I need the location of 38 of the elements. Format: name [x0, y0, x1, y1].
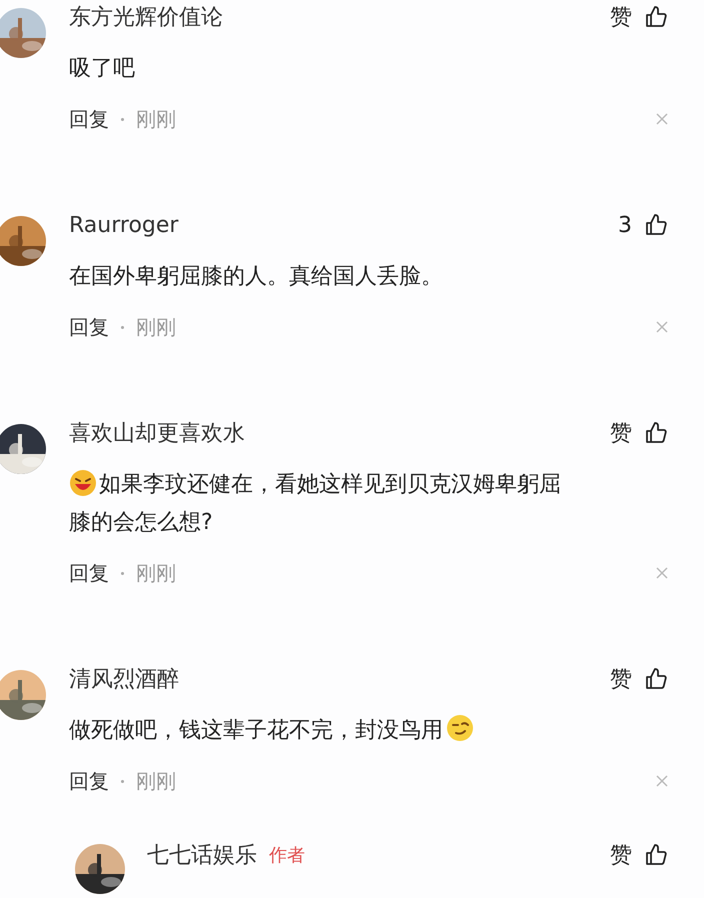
- like-button[interactable]: 赞: [610, 662, 668, 696]
- close-icon: [656, 113, 668, 125]
- thumbs-up-icon: [644, 421, 668, 445]
- timestamp: 刚刚: [136, 560, 176, 587]
- thumbs-up-icon: [644, 843, 668, 867]
- like-button[interactable]: 赞: [610, 838, 668, 872]
- reply-link[interactable]: 回复: [69, 766, 109, 796]
- reply-link[interactable]: 回复: [69, 104, 109, 134]
- like-button[interactable]: 3: [618, 208, 668, 242]
- username[interactable]: 东方光辉价值论: [69, 0, 223, 34]
- close-icon: [656, 321, 668, 333]
- comment-text: 吸了吧: [69, 55, 136, 83]
- timestamp: 刚刚: [136, 314, 176, 341]
- like-button[interactable]: 赞: [610, 0, 668, 34]
- comment-text: 在国外卑躬屈膝的人。真给国人丢脸。: [69, 263, 444, 291]
- close-button[interactable]: [656, 113, 668, 125]
- thumbs-up-icon: [644, 5, 668, 29]
- username[interactable]: 喜欢山却更喜欢水: [69, 416, 245, 450]
- comment-text: 做死做吧，钱这辈子花不完，封没鸟用: [69, 712, 668, 750]
- reply-link[interactable]: 回复: [69, 312, 109, 342]
- comment-text: 如果李玟还健在，看她这样见到贝克汉姆卑躬屈膝的会怎么想?: [69, 466, 668, 542]
- author-tag: 作者: [269, 842, 305, 868]
- timestamp: 刚刚: [136, 106, 176, 133]
- username[interactable]: Raurroger: [69, 208, 178, 242]
- reply-link[interactable]: 回复: [69, 558, 109, 588]
- smirking-emoji-icon: [445, 713, 475, 743]
- like-button[interactable]: 赞: [610, 416, 668, 450]
- thumbs-up-icon: [644, 213, 668, 237]
- close-icon: [656, 567, 668, 579]
- username[interactable]: 七七话娱乐: [147, 838, 257, 872]
- close-icon: [656, 775, 668, 787]
- close-button[interactable]: [656, 775, 668, 787]
- close-button[interactable]: [656, 567, 668, 579]
- username[interactable]: 清风烈酒醉: [69, 662, 179, 696]
- timestamp: 刚刚: [136, 768, 176, 795]
- laughing-emoji-icon: [69, 469, 97, 497]
- close-button[interactable]: [656, 321, 668, 333]
- thumbs-up-icon: [644, 667, 668, 691]
